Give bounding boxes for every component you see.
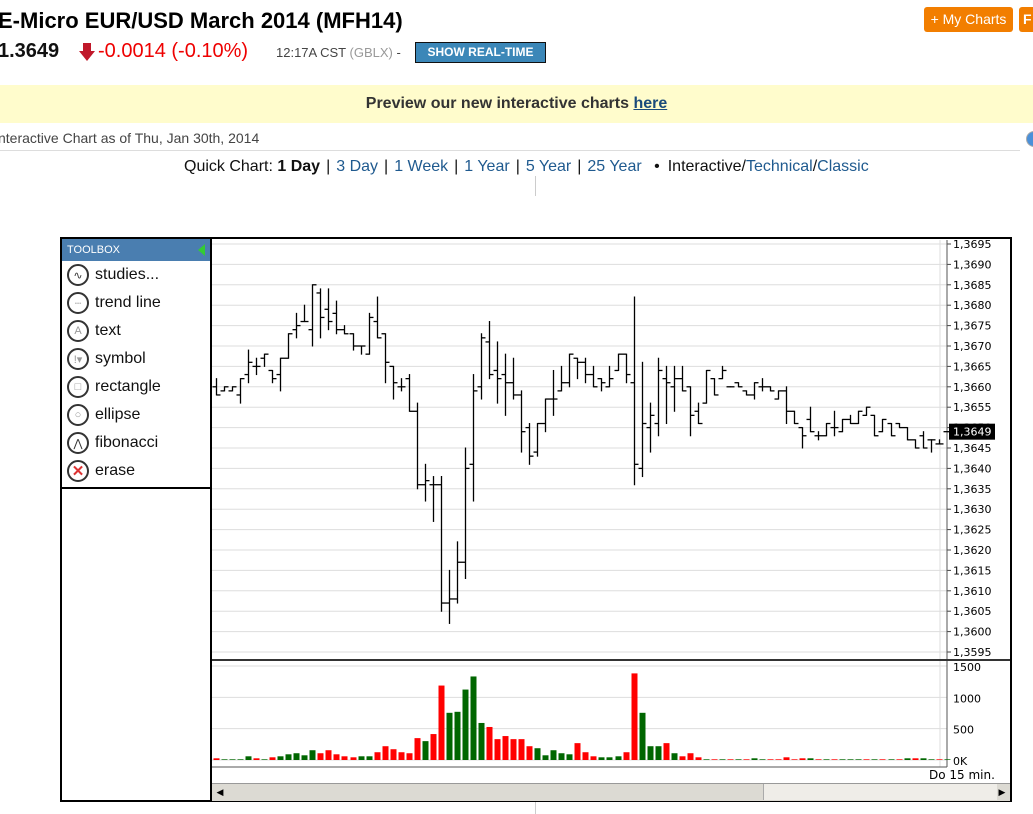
tool-label: trend line xyxy=(95,294,161,311)
tool-symbol[interactable]: !▾ symbol xyxy=(62,345,210,373)
tool-studies[interactable]: ∿ studies... xyxy=(62,261,210,289)
interval-label: Do 15 min. xyxy=(929,768,995,782)
tool-label: ellipse xyxy=(95,406,141,423)
toolbox-title: TOOLBOX xyxy=(67,244,120,256)
toolbox-header[interactable]: TOOLBOX xyxy=(62,239,210,261)
tool-fibonacci[interactable]: ⋀ fibonacci xyxy=(62,429,210,457)
scroll-left-icon[interactable]: ◀ xyxy=(214,785,226,799)
tool-label: rectangle xyxy=(95,378,161,395)
tool-label: text xyxy=(95,322,121,339)
tool-ellipse[interactable]: ○ ellipse xyxy=(62,401,210,429)
tool-erase[interactable]: ✕ erase xyxy=(62,457,210,485)
tool-text[interactable]: Atext xyxy=(62,317,210,345)
erase-icon: ✕ xyxy=(67,460,89,482)
text-icon: A xyxy=(67,320,89,342)
tool-rectangle[interactable]: □ rectangle xyxy=(62,373,210,401)
tool-label: studies... xyxy=(95,266,160,283)
scrollbar-thumb[interactable] xyxy=(763,784,997,800)
studies-icon: ∿ xyxy=(67,264,89,286)
rectangle-icon: □ xyxy=(67,376,89,398)
tool-label: erase xyxy=(95,462,136,479)
trend-line-icon: ┄ xyxy=(67,292,89,314)
tool-label: symbol xyxy=(95,350,146,367)
symbol-icon: !▾ xyxy=(67,348,89,370)
toolbox: TOOLBOX ∿ studies... ┄ trend line Atext !▾… xyxy=(62,239,210,485)
tool-label: fibonacci xyxy=(95,434,159,451)
divider xyxy=(210,239,212,800)
ellipse-icon: ○ xyxy=(67,404,89,426)
tool-trend-line[interactable]: ┄ trend line xyxy=(62,289,210,317)
fibonacci-icon: ⋀ xyxy=(67,432,89,454)
divider xyxy=(62,487,211,489)
collapse-icon[interactable] xyxy=(198,244,205,256)
scroll-right-icon[interactable]: ▶ xyxy=(996,785,1008,799)
